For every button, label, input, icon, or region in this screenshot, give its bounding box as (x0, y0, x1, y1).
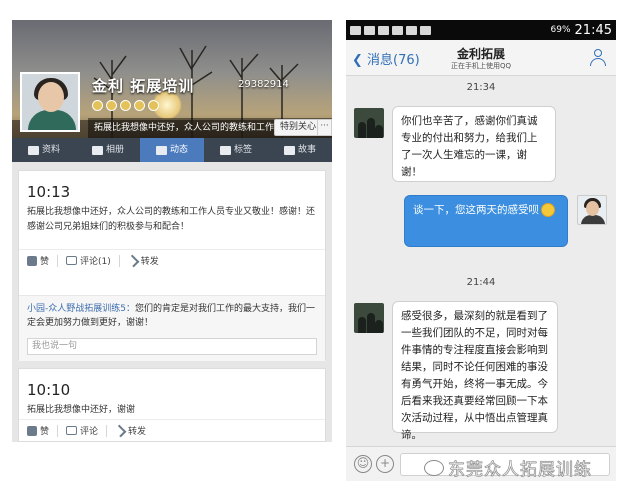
more-button[interactable]: ··· (317, 119, 332, 136)
like-button[interactable]: 赞 (19, 424, 57, 437)
status-bar: 69% 21:45 (346, 20, 616, 40)
tag-icon (219, 145, 231, 155)
like-button[interactable]: 赞 (19, 254, 57, 267)
chat-title: 金利拓展 (456, 47, 505, 61)
post-text: 拓展比我想像中还好，谢谢 (27, 405, 136, 415)
post-actions: 赞 评论(1) 转发 (19, 249, 325, 271)
notification-icons (350, 25, 551, 35)
special-care-button[interactable]: 特别关心 (274, 119, 323, 136)
tab-profile[interactable]: 资料 (12, 138, 76, 162)
feed-post: 10:10 拓展比我想像中还好，谢谢 赞 评论 转发 (18, 368, 326, 442)
profile-feed-panel: 金利 拓展培训 29382914 拓展比我想像中还好，众人公司的教练和工作...… (12, 20, 332, 442)
feed-post: 10:13 拓展比我想像中还好，众人公司的教练和工作人员专业又敬业！感谢！还感谢… (18, 170, 326, 361)
chat-subtitle: 正在手机上使用QQ (450, 62, 512, 70)
notification-icon (350, 25, 361, 35)
badge-icon (92, 100, 103, 111)
badge-icon (134, 100, 145, 111)
badge-icon (148, 100, 159, 111)
post-time: 10:10 (27, 381, 71, 399)
comment-author[interactable]: 小园-众人野战拓展训练5： (27, 304, 135, 314)
comment-button[interactable]: 评论(1) (58, 254, 119, 267)
tab-album[interactable]: 相册 (76, 138, 140, 162)
message-timestamp: 21:34 (466, 82, 496, 93)
post-time: 10:13 (27, 183, 71, 201)
chat-header: ❮ 消息(76) 金利拓展 正在手机上使用QQ (346, 40, 616, 76)
smile-emoji-icon (541, 203, 555, 217)
screenshot-collage: 金利 拓展培训 29382914 拓展比我想像中还好，众人公司的教练和工作...… (0, 0, 640, 497)
badge-row (92, 100, 159, 111)
badge-icon (106, 100, 117, 111)
tab-tags[interactable]: 标签 (204, 138, 268, 162)
status-clock: 21:45 (574, 22, 612, 38)
comment-text: 小园-众人野战拓展训练5：您们的肯定是对我们工作的最大支持，我们一定会更加努力做… (19, 296, 325, 330)
album-icon (91, 145, 103, 155)
share-button[interactable]: 转发 (107, 424, 154, 437)
notification-icon (392, 25, 403, 35)
notification-icon (406, 25, 417, 35)
profile-id: 29382914 (238, 79, 289, 90)
contact-profile-icon[interactable] (590, 49, 606, 66)
comment-icon (66, 256, 78, 265)
post-actions: 赞 评论 转发 (19, 419, 325, 441)
cover-photo: 金利 拓展培训 29382914 拓展比我想像中还好，众人公司的教练和工作...… (12, 20, 332, 138)
tab-story[interactable]: 故事 (268, 138, 332, 162)
comment-input[interactable]: 我也说一句 (27, 338, 317, 355)
profile-tabs: 资料 相册 动态 标签 故事 (12, 138, 332, 162)
outgoing-message[interactable]: 谈一下，您这两天的感受呗 (404, 195, 568, 247)
share-arrow-icon (126, 254, 140, 267)
incoming-message[interactable]: 你们也辛苦了，感谢你们真诚专业的付出和努力，给我们上了一次人生难忘的一课，谢谢！ (392, 106, 556, 182)
notification-icon (378, 25, 389, 35)
message-timestamp: 21:44 (466, 277, 496, 288)
comment-button[interactable]: 评论 (58, 424, 106, 437)
notification-icon (420, 25, 431, 35)
share-button[interactable]: 转发 (120, 254, 167, 267)
plus-icon[interactable]: + (376, 455, 394, 473)
badge-icon (120, 100, 131, 111)
profile-icon (27, 145, 39, 155)
watermark: 东莞众人拓展训练 (424, 455, 592, 480)
thumbs-up-icon (27, 425, 37, 436)
chat-panel: 69% 21:45 ❮ 消息(76) 金利拓展 正在手机上使用QQ 21:34 … (346, 20, 616, 481)
post-text: 拓展比我想像中还好，众人公司的教练和工作人员专业又敬业！感谢！还感谢公司兄弟姐妹… (27, 207, 316, 232)
contact-avatar[interactable] (354, 108, 384, 138)
profile-avatar[interactable] (20, 72, 80, 132)
contact-avatar[interactable] (354, 303, 384, 333)
comment-section: 小园-众人野战拓展训练5：您们的肯定是对我们工作的最大支持，我们一定会更加努力做… (19, 295, 325, 361)
notification-icon (364, 25, 375, 35)
my-avatar[interactable] (577, 195, 607, 225)
feed-icon (155, 145, 167, 155)
thumbs-up-icon (27, 255, 37, 266)
tab-feed[interactable]: 动态 (140, 138, 204, 162)
wechat-logo-icon (424, 459, 444, 476)
battery-level: 69% (550, 25, 571, 35)
profile-name: 金利 拓展培训 (92, 77, 195, 95)
incoming-message[interactable]: 感受很多，最深刻的就是看到了一些我们团队的不足，同时对每件事情的专注程度直接会影… (392, 301, 558, 441)
emoji-icon[interactable]: ☺ (354, 455, 372, 473)
comment-icon (66, 426, 78, 435)
story-icon (283, 145, 295, 155)
share-arrow-icon (113, 424, 127, 437)
